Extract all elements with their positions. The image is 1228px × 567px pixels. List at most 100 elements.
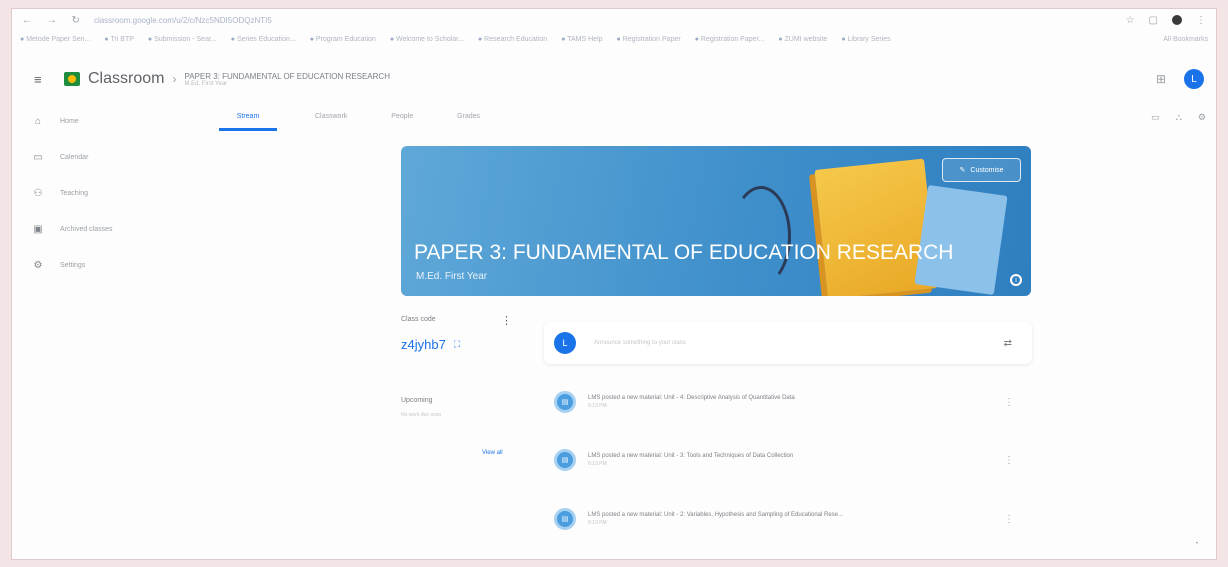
bookmark[interactable]: Research Education (478, 36, 547, 43)
sidebar-item-settings[interactable]: ⚙ Settings (30, 253, 210, 277)
chevron-right-icon: › (172, 72, 177, 86)
bookmark[interactable]: Registration Paper... (695, 36, 764, 43)
profile-icon[interactable] (1172, 14, 1182, 25)
address-bar[interactable]: classroom.google.com/u/2/c/Nzc5NDI5ODQzN… (94, 16, 272, 25)
view-all-link[interactable]: View all (482, 450, 503, 456)
pencil-icon: ✎ (959, 167, 966, 174)
tab-stream[interactable]: Stream (219, 109, 277, 131)
bookmark[interactable]: ZUMI website (778, 36, 828, 43)
repost-icon[interactable]: ⇄ (1004, 338, 1012, 349)
classroom-logo-icon[interactable] (64, 72, 80, 86)
tab-icon[interactable]: ▢ (1149, 15, 1158, 26)
class-code-label: Class code ⋮ (401, 315, 521, 327)
tab-grades[interactable]: Grades (451, 109, 486, 131)
header-actions: ⊞ L (1156, 69, 1216, 89)
sidebar-item-archived[interactable]: ▣ Archived classes (30, 217, 210, 241)
bookmark[interactable]: TAMS Help (561, 36, 602, 43)
calendar-icon: ▭ (33, 151, 43, 163)
browser-nav-icons[interactable]: ← → ↻ (22, 15, 86, 26)
gear-icon: ⚙ (33, 259, 43, 271)
post-text: LMS posted a new material: Unit - 4: Des… (588, 395, 795, 409)
star-icon[interactable]: ☆ (1126, 15, 1135, 26)
customise-label: Customise (970, 166, 1004, 174)
more-options-icon[interactable]: ⋮ (1004, 455, 1014, 466)
bookmark[interactable]: Program Education (310, 36, 376, 43)
stream-post[interactable]: ▤ LMS posted a new material: Unit - 3: T… (544, 440, 1032, 480)
post-date: 6:13 PM (588, 403, 607, 409)
announce-placeholder[interactable]: Announce something to your class (594, 340, 686, 346)
bookmarks-bar: Metode Paper Sen... Tri BTP Submission -… (12, 31, 1216, 47)
bookmark[interactable]: Series Education... (231, 36, 296, 43)
bookmark[interactable]: Registration Paper (617, 36, 681, 43)
class-banner: ✎ Customise PAPER 3: FUNDAMENTAL OF EDUC… (401, 146, 1031, 296)
people-icon: ⚇ (33, 187, 43, 199)
class-code-value-row: z4jyhb7 ⛶ (401, 337, 521, 352)
material-icon: ▤ (554, 391, 576, 413)
upcoming-empty-text: No work due soon (401, 412, 442, 418)
app-header: ≡ Classroom › PAPER 3: FUNDAMENTAL OF ED… (12, 59, 1216, 99)
sidebar-item-label: Archived classes (60, 225, 113, 233)
class-code-label-text: Class code (401, 316, 436, 323)
archive-icon: ▣ (33, 223, 43, 235)
sidebar-item-label: Settings (60, 261, 86, 269)
browser-window: ← → ↻ classroom.google.com/u/2/c/Nzc5NDI… (11, 8, 1217, 560)
bookmark[interactable]: Welcome to Scholar... (390, 36, 464, 43)
info-icon[interactable]: i (1010, 274, 1022, 286)
announce-avatar: L (554, 332, 576, 354)
class-settings-icon[interactable]: ⚙ (1198, 112, 1206, 123)
class-tabs: Stream Classwork People Grades (219, 109, 486, 131)
notebook-illustration (914, 184, 1008, 296)
more-options-icon[interactable]: ⋮ (1004, 514, 1014, 525)
post-text: LMS posted a new material: Unit - 3: Too… (588, 453, 793, 467)
sidebar-item-home[interactable]: ⌂ Home (30, 109, 210, 133)
material-icon: ▤ (554, 508, 576, 530)
post-date: 6:13 PM (588, 520, 607, 526)
sidebar-item-calendar[interactable]: ▭ Calendar (30, 145, 210, 169)
post-date: 6:13 PM (588, 461, 607, 467)
browser-toolbar: ← → ↻ classroom.google.com/u/2/c/Nzc5NDI… (12, 9, 1216, 31)
upcoming-card: Upcoming No work due soon (401, 397, 521, 418)
all-bookmarks[interactable]: All Bookmarks (1163, 36, 1208, 43)
breadcrumb-class-title[interactable]: PAPER 3: FUNDAMENTAL OF EDUCATION RESEAR… (184, 72, 390, 81)
drive-folder-icon[interactable]: ⛬ (1176, 112, 1182, 123)
breadcrumb-class-section: M.Ed. First Year (184, 80, 228, 87)
sidebar: ⌂ Home ▭ Calendar ⚇ Teaching ▣ Archived … (30, 109, 210, 289)
class-code-card: Class code ⋮ z4jyhb7 ⛶ (401, 315, 521, 352)
tab-classwork[interactable]: Classwork (309, 109, 353, 131)
browser-actions: ☆ ▢ ⋮ (1126, 14, 1206, 26)
material-icon: ▤ (554, 449, 576, 471)
tab-people[interactable]: People (385, 109, 419, 131)
bookmark[interactable]: Metode Paper Sen... (20, 36, 90, 43)
account-avatar[interactable]: L (1184, 69, 1204, 89)
sidebar-item-teaching[interactable]: ⚇ Teaching (30, 181, 210, 205)
bookmark[interactable]: Tri BTP (104, 36, 133, 43)
hamburger-menu-icon[interactable]: ≡ (34, 72, 54, 87)
class-tools: ▭ ⛬ ⚙ (1151, 112, 1206, 123)
post-text: LMS posted a new material: Unit - 2: Var… (588, 512, 843, 526)
fullscreen-icon[interactable]: ⛶ (454, 339, 460, 350)
bookmark[interactable]: Submission - Sear... (148, 36, 217, 43)
class-code-value[interactable]: z4jyhb7 (401, 337, 446, 352)
earphones-illustration (731, 186, 791, 286)
more-options-icon[interactable]: ⋮ (501, 314, 512, 327)
stream-post[interactable]: ▤ LMS posted a new material: Unit - 4: D… (544, 382, 1032, 422)
sidebar-item-label: Home (60, 117, 79, 125)
home-icon: ⌂ (34, 115, 42, 127)
scroll-indicator-icon: • (1195, 541, 1198, 547)
sidebar-item-label: Calendar (60, 153, 89, 161)
apps-grid-icon[interactable]: ⊞ (1156, 72, 1166, 86)
brand-name[interactable]: Classroom (88, 70, 164, 88)
breadcrumb: PAPER 3: FUNDAMENTAL OF EDUCATION RESEAR… (184, 72, 390, 87)
post-title[interactable]: LMS posted a new material: Unit - 4: Des… (588, 395, 795, 401)
calendar-view-icon[interactable]: ▭ (1151, 112, 1160, 123)
post-title[interactable]: LMS posted a new material: Unit - 3: Too… (588, 453, 793, 459)
stream-post[interactable]: ▤ LMS posted a new material: Unit - 2: V… (544, 499, 1032, 539)
announce-box[interactable]: L Announce something to your class ⇄ (544, 322, 1032, 364)
post-title[interactable]: LMS posted a new material: Unit - 2: Var… (588, 512, 843, 518)
upcoming-title: Upcoming (401, 397, 433, 404)
more-options-icon[interactable]: ⋮ (1004, 397, 1014, 408)
browser-menu-icon[interactable]: ⋮ (1196, 15, 1206, 26)
customise-button[interactable]: ✎ Customise (942, 158, 1021, 182)
sidebar-item-label: Teaching (60, 189, 89, 197)
bookmark[interactable]: Library Series (841, 36, 891, 43)
